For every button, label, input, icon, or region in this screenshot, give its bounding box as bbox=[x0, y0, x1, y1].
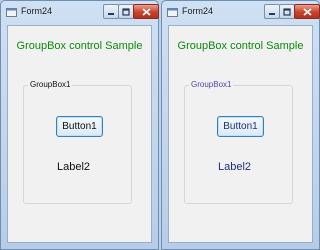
maximize-button[interactable] bbox=[118, 4, 134, 19]
close-icon bbox=[302, 7, 312, 16]
groupbox-label: GroupBox1 bbox=[28, 79, 73, 91]
form-window-right: Form24 GroupBox control Sample GroupBox1… bbox=[161, 0, 320, 250]
sample-heading: GroupBox control Sample bbox=[177, 40, 304, 52]
form-app-icon bbox=[6, 7, 17, 18]
minimize-icon bbox=[108, 12, 114, 15]
minimize-icon bbox=[269, 12, 275, 15]
close-button[interactable] bbox=[133, 4, 159, 19]
minimize-button[interactable] bbox=[103, 4, 119, 19]
form-app-icon bbox=[167, 7, 178, 18]
label2: Label2 bbox=[57, 161, 91, 173]
title-bar[interactable]: Form24 bbox=[162, 1, 320, 25]
client-area: GroupBox control Sample GroupBox1 Button… bbox=[7, 25, 152, 243]
maximize-icon bbox=[283, 7, 291, 16]
groupbox: GroupBox1 Button1 Label2 bbox=[23, 79, 132, 204]
close-icon bbox=[141, 7, 151, 16]
client-area: GroupBox control Sample GroupBox1 Button… bbox=[168, 25, 313, 243]
groupbox: GroupBox1 Button1 Label2 bbox=[184, 79, 293, 204]
groupbox-label: GroupBox1 bbox=[189, 79, 234, 91]
label2: Label2 bbox=[218, 161, 252, 173]
form-window-left: Form24 GroupBox control Sample GroupBox1… bbox=[0, 0, 159, 250]
window-title: Form24 bbox=[21, 6, 53, 16]
close-button[interactable] bbox=[294, 4, 320, 19]
minimize-button[interactable] bbox=[264, 4, 280, 19]
button1[interactable]: Button1 bbox=[217, 116, 264, 137]
title-bar[interactable]: Form24 bbox=[1, 1, 159, 25]
maximize-icon bbox=[122, 7, 130, 16]
button1[interactable]: Button1 bbox=[56, 116, 103, 137]
window-title: Form24 bbox=[182, 6, 214, 16]
sample-heading: GroupBox control Sample bbox=[16, 40, 143, 52]
maximize-button[interactable] bbox=[279, 4, 295, 19]
